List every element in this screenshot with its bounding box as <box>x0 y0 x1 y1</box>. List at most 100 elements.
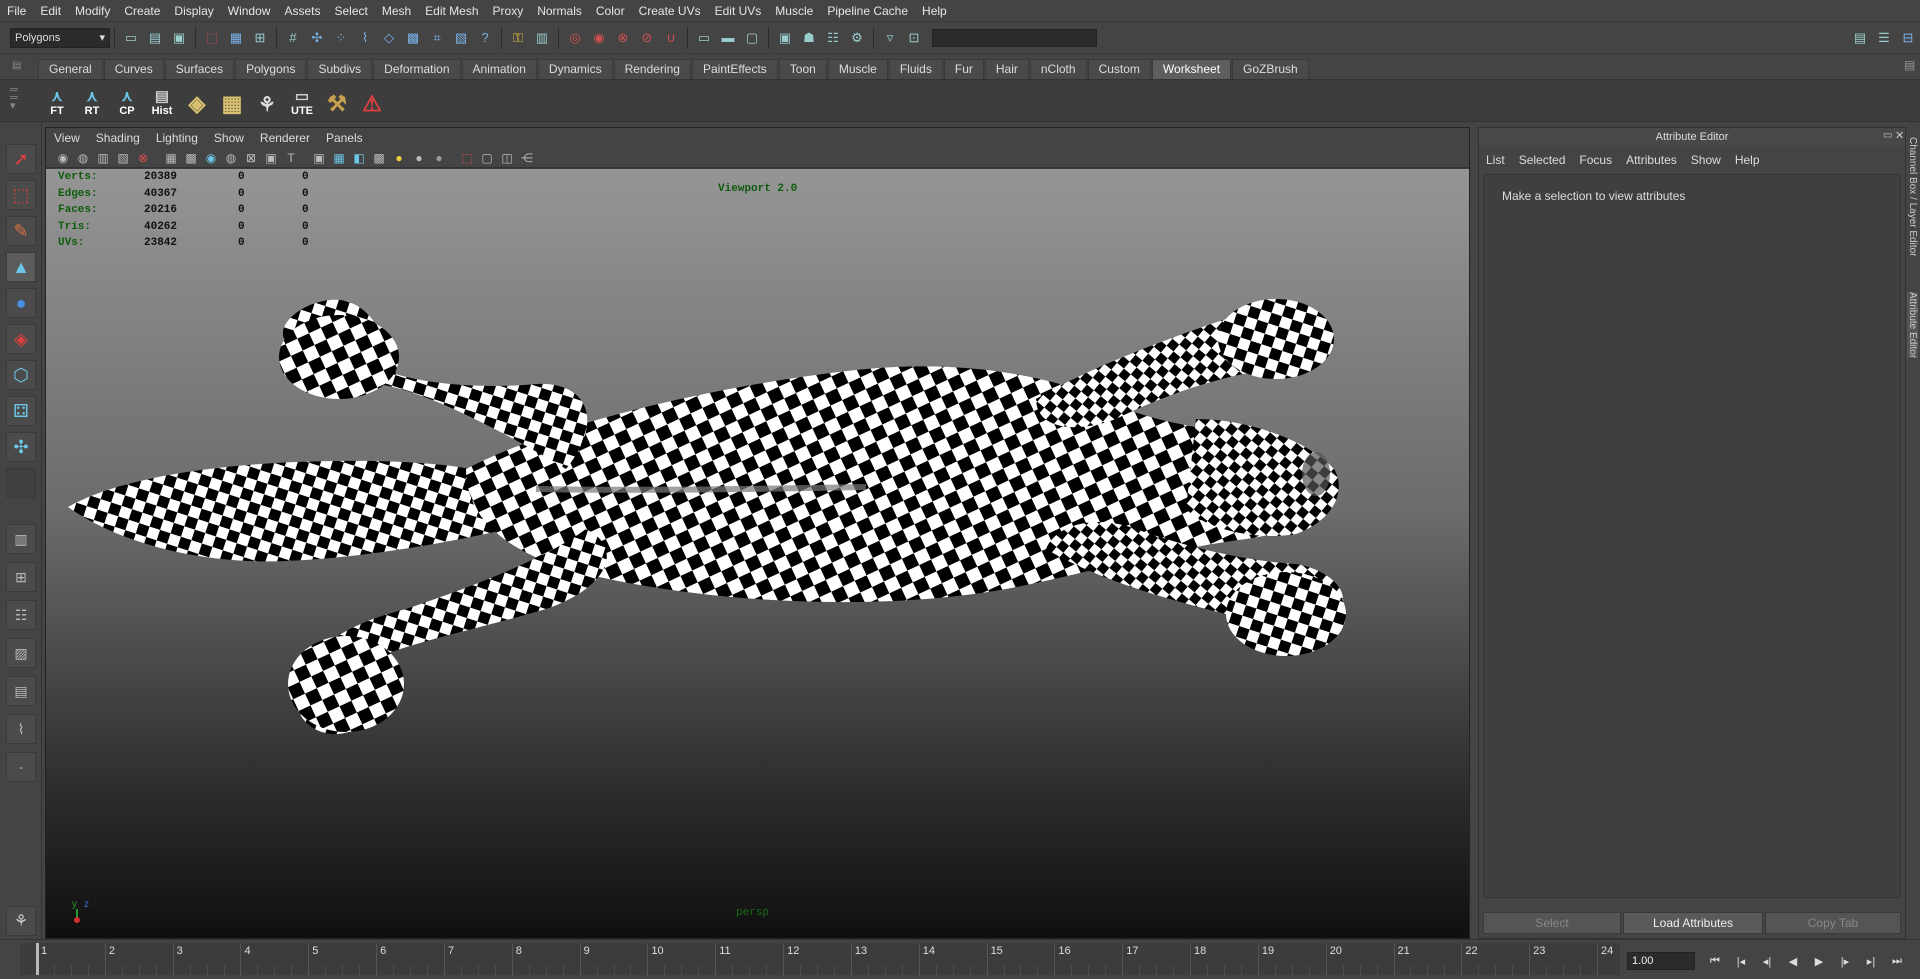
shelf-tab-painteffects[interactable]: PaintEffects <box>691 59 778 79</box>
menu-mesh[interactable]: Mesh <box>375 4 418 18</box>
menu-file[interactable]: File <box>0 4 33 18</box>
viewport-canvas[interactable]: Verts: 20389 0 0 Edges: 40367 0 0 Faces: 20216 0 0 T… <box>46 169 1469 938</box>
lock-icon[interactable]: ⚿ <box>508 27 528 49</box>
menu-color[interactable]: Color <box>589 4 632 18</box>
shelf-tab-toon[interactable]: Toon <box>778 59 827 79</box>
viewport-menu-panels[interactable]: Panels <box>318 131 371 145</box>
tools-icon[interactable]: ⚙ <box>847 27 867 49</box>
show-manip-icon[interactable]: ✣ <box>6 432 36 462</box>
shadows-icon[interactable]: ▣ <box>262 150 280 166</box>
layout-four-icon[interactable]: ⊞ <box>6 562 36 592</box>
smooth-shade-icon[interactable]: ▩ <box>182 150 200 166</box>
wireframe-icon[interactable]: ▦ <box>162 150 180 166</box>
snap-mesh-icon[interactable]: ▧ <box>451 27 471 49</box>
shelf-button-ute[interactable]: ▭ UTE <box>287 83 317 117</box>
bookmark-icon[interactable]: ▥ <box>94 150 112 166</box>
layout-hypershade-icon[interactable]: ▤ <box>6 676 36 706</box>
rotate-tool-icon[interactable]: ● <box>6 288 36 318</box>
select-camera-icon[interactable]: ⬚ <box>458 150 476 166</box>
snap-plane-icon[interactable]: ⌇ <box>355 27 375 49</box>
isolate-icon[interactable]: ▣ <box>310 150 328 166</box>
shelf-tab-gozbrush[interactable]: GoZBrush <box>1232 59 1309 79</box>
lasso-tool-icon[interactable]: ⬚ <box>6 180 36 210</box>
menu-create-uvs[interactable]: Create UVs <box>632 4 708 18</box>
layout-graph-icon[interactable]: ▨ <box>6 638 36 668</box>
menu-display[interactable]: Display <box>167 4 220 18</box>
wire-on-shaded-icon[interactable]: ◉ <box>202 150 220 166</box>
magnet-icon[interactable]: ∪ <box>661 27 681 49</box>
menu-edit-uvs[interactable]: Edit UVs <box>708 4 769 18</box>
shelf-tab-muscle[interactable]: Muscle <box>827 59 888 79</box>
attr-menu-list[interactable]: List <box>1479 153 1512 167</box>
ipr-render-icon[interactable]: ▬ <box>718 27 738 49</box>
shelf-tab-worksheet[interactable]: Worksheet <box>1151 59 1232 79</box>
menu-normals[interactable]: Normals <box>530 4 589 18</box>
camera-icon[interactable]: ◉ <box>54 150 72 166</box>
shelf-button-python[interactable]: ⚘ <box>252 83 282 117</box>
image-plane-icon[interactable]: ▧ <box>114 150 132 166</box>
xray-icon[interactable]: ◧ <box>350 150 368 166</box>
output-icon[interactable]: ⊘ <box>637 27 657 49</box>
attr-menu-show[interactable]: Show <box>1684 153 1728 167</box>
viewport-menu-shading[interactable]: Shading <box>88 131 148 145</box>
shelf-button-tools[interactable]: ⚒ <box>322 83 352 117</box>
layout-single-icon[interactable]: ▥ <box>6 524 36 554</box>
shaded-sphere-icon[interactable]: ● <box>430 150 448 166</box>
shelf-tab-fur[interactable]: Fur <box>943 59 984 79</box>
gate-mask-icon[interactable]: ◫ <box>498 150 516 166</box>
layout-curve-icon[interactable]: ⌇ <box>6 714 36 744</box>
shelf-tab-custom[interactable]: Custom <box>1087 59 1151 79</box>
menu-edit-mesh[interactable]: Edit Mesh <box>418 4 485 18</box>
step-forward-frame-icon[interactable]: |▸ <box>1834 952 1856 970</box>
textured-icon[interactable]: ◍ <box>222 150 240 166</box>
render-current-icon[interactable]: ▭ <box>694 27 714 49</box>
channel-box-tab[interactable]: Channel Box / Layer Editor <box>1907 137 1918 257</box>
menu-assets[interactable]: Assets <box>277 4 327 18</box>
shelf-button-cp[interactable]: ⋏ CP <box>112 83 142 117</box>
construction-icon[interactable]: ◉ <box>589 27 609 49</box>
layout-more-icon[interactable]: - <box>6 752 36 782</box>
menu-select[interactable]: Select <box>327 4 374 18</box>
select-all-icon[interactable]: ▥ <box>532 27 552 49</box>
menu-set-selector[interactable]: Polygons ▾ <box>10 27 110 48</box>
camera-attr-icon[interactable]: ◍ <box>74 150 92 166</box>
move-tool-icon[interactable]: ▲ <box>6 252 36 282</box>
shelf-tab-dynamics[interactable]: Dynamics <box>537 59 613 79</box>
time-ruler[interactable]: 1 2 3 4 5 6 7 8 9 10 11 12 13 14 15 16 17 18 19 20 21 22 23 24 <box>20 943 1620 975</box>
shelf-button-rt[interactable]: ⋏ RT <box>77 83 107 117</box>
render-settings-icon[interactable]: ▢ <box>742 27 762 49</box>
attr-menu-selected[interactable]: Selected <box>1512 153 1573 167</box>
shelf-tab-hair[interactable]: Hair <box>984 59 1029 79</box>
shelf-tab-deformation[interactable]: Deformation <box>373 59 461 79</box>
shelf-menu-icon[interactable]: ▤ <box>1904 58 1915 72</box>
layout-outliner-icon[interactable]: ☷ <box>6 600 36 630</box>
text-icon[interactable]: T <box>282 150 300 166</box>
copy-tab-button[interactable]: Copy Tab <box>1765 912 1901 934</box>
shelf-button-grid[interactable]: ▦ <box>217 83 247 117</box>
menu-modify[interactable]: Modify <box>68 4 117 18</box>
help-query-icon[interactable]: ? <box>475 27 495 49</box>
shelf-options-icon[interactable]: ▤ <box>12 60 26 74</box>
toggle-channel-box-icon[interactable]: ⊟ <box>1898 27 1918 49</box>
step-back-key-icon[interactable]: |◂ <box>1730 952 1752 970</box>
menu-help[interactable]: Help <box>915 4 954 18</box>
script-editor-icon[interactable]: ⚘ <box>6 906 36 936</box>
select-hierarchy-icon[interactable]: ⬚ <box>202 27 222 49</box>
shelf-grip-icon[interactable]: ═ ═ ▾ <box>10 85 18 112</box>
snap-surface-icon[interactable]: ⌗ <box>427 27 447 49</box>
attribute-editor-tab[interactable]: Attribute Editor <box>1907 292 1918 359</box>
sphere-icon[interactable]: ● <box>410 150 428 166</box>
viewport-menu-lighting[interactable]: Lighting <box>148 131 206 145</box>
float-panel-icon[interactable]: ▭ <box>1883 130 1892 141</box>
menu-window[interactable]: Window <box>221 4 278 18</box>
shelf-tab-polygons[interactable]: Polygons <box>235 59 307 79</box>
input-mode-icon[interactable]: ⊡ <box>904 27 924 49</box>
viewport-menu-renderer[interactable]: Renderer <box>252 131 318 145</box>
lights-icon[interactable]: ⊠ <box>242 150 260 166</box>
select-tool-icon[interactable]: ➚ <box>6 144 36 174</box>
snap-view-icon[interactable]: ▩ <box>403 27 423 49</box>
menu-pipeline-cache[interactable]: Pipeline Cache <box>820 4 915 18</box>
toggle-tool-settings-icon[interactable]: ☰ <box>1874 27 1894 49</box>
shelf-button-ft[interactable]: ⋏ FT <box>42 83 72 117</box>
load-attributes-button[interactable]: Load Attributes <box>1623 912 1763 934</box>
